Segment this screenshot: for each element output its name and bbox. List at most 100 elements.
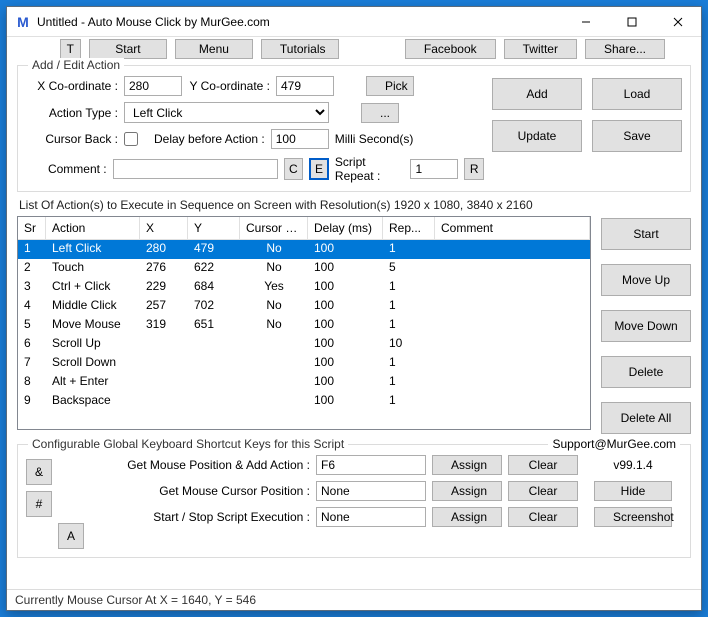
cell: 702 xyxy=(188,297,240,316)
cursor-back-label: Cursor Back : xyxy=(26,132,118,146)
cell: 622 xyxy=(188,259,240,278)
update-button[interactable]: Update xyxy=(492,120,582,152)
table-row[interactable]: 2Touch276622No1005 xyxy=(18,259,590,278)
table-row[interactable]: 7Scroll Down1001 xyxy=(18,354,590,373)
clear1-button[interactable]: Clear xyxy=(508,455,578,475)
th-sr[interactable]: Sr xyxy=(18,217,46,240)
cell: Middle Click xyxy=(46,297,140,316)
cell: 3 xyxy=(18,278,46,297)
delay-input[interactable] xyxy=(271,129,329,149)
ellipsis-button[interactable]: ... xyxy=(361,103,399,123)
cell: 229 xyxy=(140,278,188,297)
script-repeat-input[interactable] xyxy=(410,159,458,179)
ms-label: Milli Second(s) xyxy=(335,132,414,146)
share-button[interactable]: Share... xyxy=(585,39,665,59)
table-row[interactable]: 4Middle Click257702No1001 xyxy=(18,297,590,316)
cell: No xyxy=(240,240,308,259)
amp-button[interactable]: & xyxy=(26,459,52,485)
cell: 100 xyxy=(308,278,383,297)
pick-button[interactable]: Pick xyxy=(366,76,414,96)
table-row[interactable]: 6Scroll Up10010 xyxy=(18,335,590,354)
action-type-label: Action Type : xyxy=(26,106,118,120)
cell xyxy=(188,335,240,354)
e-button[interactable]: E xyxy=(309,158,329,180)
get-pos-add-input[interactable] xyxy=(316,455,426,475)
comment-label: Comment : xyxy=(26,162,107,176)
deleteall-button[interactable]: Delete All xyxy=(601,402,691,434)
hash-button[interactable]: # xyxy=(26,491,52,517)
table-row[interactable]: 9Backspace1001 xyxy=(18,392,590,411)
delete-button[interactable]: Delete xyxy=(601,356,691,388)
cursor-back-checkbox[interactable] xyxy=(124,132,138,146)
th-y[interactable]: Y xyxy=(188,217,240,240)
cell: 1 xyxy=(383,240,435,259)
cell: 9 xyxy=(18,392,46,411)
action-type-select[interactable]: Left Click xyxy=(124,102,329,123)
twitter-button[interactable]: Twitter xyxy=(504,39,577,59)
cell: No xyxy=(240,297,308,316)
start-toolbar-button[interactable]: Start xyxy=(89,39,167,59)
cell: 1 xyxy=(383,392,435,411)
cell: 5 xyxy=(18,316,46,335)
y-label: Y Co-ordinate : xyxy=(188,79,270,93)
cell: 280 xyxy=(140,240,188,259)
cell xyxy=(435,297,590,316)
screenshot-button[interactable]: Screenshot xyxy=(594,507,672,527)
assign2-button[interactable]: Assign xyxy=(432,481,502,501)
hide-button[interactable]: Hide xyxy=(594,481,672,501)
minimize-button[interactable] xyxy=(563,7,609,37)
cell: 8 xyxy=(18,373,46,392)
y-input[interactable] xyxy=(276,76,334,96)
cell: No xyxy=(240,316,308,335)
cell: 7 xyxy=(18,354,46,373)
actions-table[interactable]: Sr Action X Y Cursor B... Delay (ms) Rep… xyxy=(17,216,591,430)
add-button[interactable]: Add xyxy=(492,78,582,110)
assign1-button[interactable]: Assign xyxy=(432,455,502,475)
th-x[interactable]: X xyxy=(140,217,188,240)
menu-button[interactable]: Menu xyxy=(175,39,253,59)
clear3-button[interactable]: Clear xyxy=(508,507,578,527)
load-button[interactable]: Load xyxy=(592,78,682,110)
cell: 100 xyxy=(308,335,383,354)
close-button[interactable] xyxy=(655,7,701,37)
maximize-button[interactable] xyxy=(609,7,655,37)
get-cursor-pos-input[interactable] xyxy=(316,481,426,501)
cell xyxy=(435,278,590,297)
cell: Move Mouse xyxy=(46,316,140,335)
th-repeat[interactable]: Rep... xyxy=(383,217,435,240)
cell: 1 xyxy=(18,240,46,259)
cell xyxy=(435,335,590,354)
table-row[interactable]: 1Left Click280479No1001 xyxy=(18,240,590,259)
start-stop-input[interactable] xyxy=(316,507,426,527)
c-button[interactable]: C xyxy=(284,158,304,180)
cell xyxy=(140,335,188,354)
app-icon: M xyxy=(15,14,31,30)
save-button[interactable]: Save xyxy=(592,120,682,152)
table-row[interactable]: 8Alt + Enter1001 xyxy=(18,373,590,392)
list-start-button[interactable]: Start xyxy=(601,218,691,250)
th-action[interactable]: Action xyxy=(46,217,140,240)
comment-input[interactable] xyxy=(113,159,278,179)
assign3-button[interactable]: Assign xyxy=(432,507,502,527)
table-row[interactable]: 5Move Mouse319651No1001 xyxy=(18,316,590,335)
support-link[interactable]: Support@MurGee.com xyxy=(548,437,680,451)
a-button[interactable]: A xyxy=(58,523,84,549)
window-title: Untitled - Auto Mouse Click by MurGee.co… xyxy=(37,15,563,29)
movedown-button[interactable]: Move Down xyxy=(601,310,691,342)
cell: 1 xyxy=(383,373,435,392)
cell: 10 xyxy=(383,335,435,354)
tutorials-button[interactable]: Tutorials xyxy=(261,39,339,59)
table-row[interactable]: 3Ctrl + Click229684Yes1001 xyxy=(18,278,590,297)
facebook-button[interactable]: Facebook xyxy=(405,39,496,59)
moveup-button[interactable]: Move Up xyxy=(601,264,691,296)
cell: 4 xyxy=(18,297,46,316)
th-delay[interactable]: Delay (ms) xyxy=(308,217,383,240)
cell: 100 xyxy=(308,354,383,373)
r-button[interactable]: R xyxy=(464,158,484,180)
clear2-button[interactable]: Clear xyxy=(508,481,578,501)
t-button[interactable]: T xyxy=(60,39,81,59)
x-input[interactable] xyxy=(124,76,182,96)
th-cursor-back[interactable]: Cursor B... xyxy=(240,217,308,240)
cell xyxy=(188,392,240,411)
th-comment[interactable]: Comment xyxy=(435,217,590,240)
